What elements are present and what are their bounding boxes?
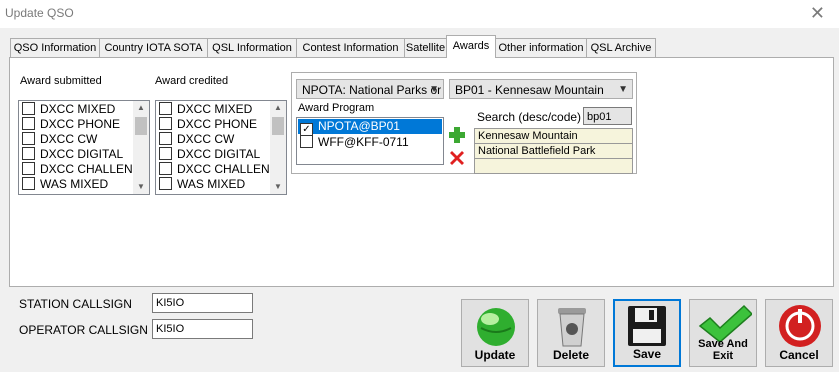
- scroll-down-icon[interactable]: ▼: [133, 180, 149, 194]
- tab-awards[interactable]: Awards: [446, 35, 496, 58]
- save-and-exit-button[interactable]: Save And Exit: [689, 299, 757, 367]
- scroll-thumb[interactable]: [135, 117, 147, 135]
- checkbox[interactable]: [22, 162, 35, 175]
- list-item[interactable]: DXCC CHALLENGI: [22, 162, 145, 177]
- award-program-label: Award Program: [298, 102, 375, 114]
- awards-panel: Award submitted DXCC MIXED DXCC PHONE DX…: [9, 57, 834, 287]
- tab-other-information[interactable]: Other information: [495, 38, 587, 57]
- station-callsign-field[interactable]: KI5IO: [152, 293, 253, 313]
- update-label: Update: [474, 348, 516, 362]
- save-label: Save: [632, 347, 662, 361]
- award-program-list[interactable]: ✓ NPOTA@BP01 WFF@KFF-0711: [296, 117, 444, 165]
- checkbox[interactable]: [159, 147, 172, 160]
- trash-icon: [558, 308, 586, 347]
- list-item[interactable]: DXCC CW: [22, 132, 97, 147]
- tab-qso-information[interactable]: QSO Information: [10, 38, 100, 57]
- tab-country-iota-sota[interactable]: Country IOTA SOTA: [99, 38, 208, 57]
- checkbox[interactable]: [22, 132, 35, 145]
- checkbox[interactable]: [22, 177, 35, 190]
- update-button[interactable]: Update: [461, 299, 529, 367]
- search-input[interactable]: bp01: [583, 107, 632, 125]
- tab-qsl-information[interactable]: QSL Information: [207, 38, 297, 57]
- award-submitted-label: Award submitted: [20, 75, 102, 87]
- checkbox[interactable]: [22, 147, 35, 160]
- checkbox[interactable]: [159, 102, 172, 115]
- list-item-selected[interactable]: ✓ NPOTA@BP01: [298, 119, 442, 136]
- program-combo[interactable]: NPOTA: National Parks or ▼: [296, 79, 444, 99]
- scroll-up-icon[interactable]: ▲: [270, 101, 286, 115]
- scroll-down-icon[interactable]: ▼: [270, 180, 286, 194]
- save-exit-label-1: Save And: [698, 338, 748, 350]
- list-item[interactable]: DXCC CHALLENG: [159, 162, 279, 177]
- chevron-down-icon: ▼: [429, 84, 439, 95]
- cancel-button[interactable]: Cancel: [765, 299, 833, 367]
- detail-line-1: Kennesaw Mountain: [474, 128, 633, 144]
- close-icon[interactable]: ✕: [810, 3, 825, 24]
- checkbox[interactable]: [159, 177, 172, 190]
- list-item[interactable]: WAS MIXED: [159, 177, 245, 192]
- reference-combo[interactable]: BP01 - Kennesaw Mountain ▼: [449, 79, 633, 99]
- list-item[interactable]: WAS MIXED: [22, 177, 108, 192]
- plus-icon[interactable]: [447, 125, 467, 145]
- checkbox[interactable]: [22, 102, 35, 115]
- tab-satellite[interactable]: Satellite: [404, 38, 447, 57]
- credited-scrollbar[interactable]: ▲ ▼: [270, 101, 286, 194]
- detail-line-3: [474, 158, 633, 174]
- save-exit-label-2: Exit: [712, 350, 734, 362]
- operator-callsign-field[interactable]: KI5IO: [152, 319, 253, 339]
- checkbox[interactable]: [159, 162, 172, 175]
- list-item[interactable]: DXCC CW: [159, 132, 234, 147]
- award-program-group: NPOTA: National Parks or ▼ BP01 - Kennesa…: [291, 72, 637, 174]
- title-bar: Update QSO ✕: [0, 0, 839, 28]
- search-label: Search (desc/code): [477, 110, 582, 124]
- window-title: Update QSO: [5, 6, 74, 20]
- x-icon[interactable]: [447, 148, 467, 168]
- list-item[interactable]: DXCC DIGITAL: [22, 147, 123, 162]
- list-item[interactable]: DXCC DIGITAL: [159, 147, 260, 162]
- checkbox[interactable]: [159, 117, 172, 130]
- award-submitted-list[interactable]: DXCC MIXED DXCC PHONE DXCC CW DXCC DIGIT…: [18, 100, 150, 195]
- scroll-up-icon[interactable]: ▲: [133, 101, 149, 115]
- list-item[interactable]: WFF@KFF-0711: [300, 135, 409, 150]
- list-item[interactable]: DXCC PHONE: [159, 117, 257, 132]
- checkbox[interactable]: [159, 132, 172, 145]
- tab-contest-information[interactable]: Contest Information: [296, 38, 405, 57]
- floppy-disk-icon: [628, 306, 666, 346]
- operator-callsign-label: OPERATOR CALLSIGN: [19, 323, 148, 337]
- scroll-thumb[interactable]: [272, 117, 284, 135]
- list-item[interactable]: DXCC PHONE: [22, 117, 120, 132]
- list-item[interactable]: DXCC MIXED: [159, 102, 252, 117]
- delete-label: Delete: [552, 348, 590, 362]
- tab-qsl-archive[interactable]: QSL Archive: [586, 38, 656, 57]
- detail-line-2: National Battlefield Park: [474, 143, 633, 159]
- chevron-down-icon: ▼: [618, 84, 628, 95]
- station-callsign-label: STATION CALLSIGN: [19, 297, 132, 311]
- checkbox[interactable]: [22, 117, 35, 130]
- list-item[interactable]: DXCC MIXED: [22, 102, 115, 117]
- save-button[interactable]: Save: [613, 299, 681, 367]
- cancel-label: Cancel: [779, 348, 819, 362]
- checkbox[interactable]: [300, 135, 313, 148]
- delete-button[interactable]: Delete: [537, 299, 605, 367]
- globe-icon: [477, 308, 515, 346]
- submitted-scrollbar[interactable]: ▲ ▼: [133, 101, 149, 194]
- award-credited-list[interactable]: DXCC MIXED DXCC PHONE DXCC CW DXCC DIGIT…: [155, 100, 287, 195]
- award-credited-label: Award credited: [155, 75, 229, 87]
- cancel-icon: [779, 305, 821, 347]
